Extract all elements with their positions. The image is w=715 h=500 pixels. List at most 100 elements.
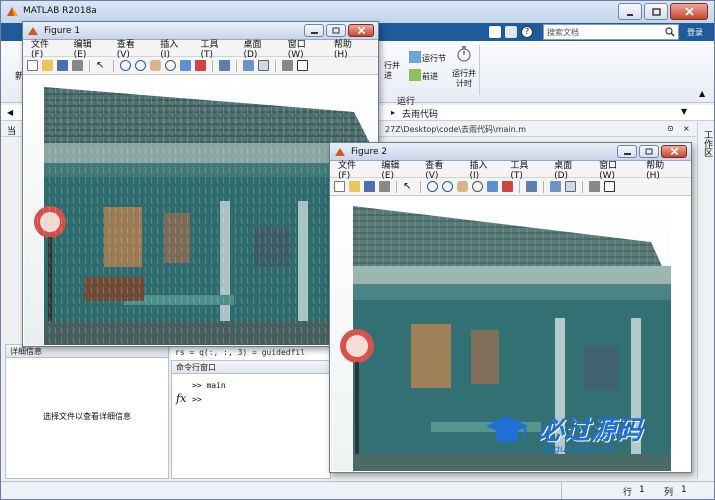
hide-tools-icon[interactable]	[589, 181, 600, 192]
back-icon[interactable]: ◀	[7, 108, 13, 117]
menu-desktop[interactable]: 桌面(D)	[554, 158, 585, 181]
command-window[interactable]: 命令行窗口 >> main fx >>	[171, 360, 331, 479]
print-icon[interactable]	[379, 181, 390, 192]
close-button[interactable]	[670, 3, 708, 20]
toolbar-separator	[543, 180, 544, 193]
save-icon[interactable]	[489, 26, 501, 38]
undo-icon[interactable]	[505, 26, 517, 38]
workspace-side-tab[interactable]: 工作区	[697, 122, 714, 479]
collapse-ribbon-icon[interactable]: ▲	[699, 89, 705, 98]
legend-icon[interactable]	[258, 60, 269, 71]
figure-1-minimize-button[interactable]	[304, 24, 324, 37]
data-cursor-icon[interactable]	[487, 181, 498, 192]
toolbar-separator	[275, 59, 276, 72]
rotate-icon[interactable]	[472, 181, 483, 192]
menu-insert[interactable]: 插入(I)	[160, 37, 186, 60]
figure-1-close-button[interactable]	[348, 24, 374, 37]
search-input[interactable]: 搜索文档	[543, 24, 679, 40]
menu-help[interactable]: 帮助(H)	[334, 37, 364, 60]
hide-tools-icon[interactable]	[282, 60, 293, 71]
brush-icon[interactable]	[195, 60, 206, 71]
run-and-time-button[interactable]: 运行并 计时	[452, 69, 476, 89]
pointer-icon[interactable]: ↖	[96, 60, 107, 71]
dock-icon[interactable]	[604, 181, 615, 192]
menu-window[interactable]: 窗口(W)	[599, 158, 632, 181]
watermark-text: 必过源码	[538, 416, 643, 446]
pan-icon[interactable]	[457, 181, 468, 192]
run-section-icon	[409, 51, 421, 63]
colorbar-icon[interactable]	[243, 60, 254, 71]
figure-2-close-button[interactable]	[661, 145, 687, 158]
menu-edit[interactable]: 编辑(E)	[381, 158, 411, 181]
figure-1-axes[interactable]	[24, 77, 377, 345]
figure-1-title: Figure 1	[44, 25, 81, 36]
figure-2-toolbar: ↖	[330, 178, 691, 196]
new-figure-icon[interactable]	[27, 60, 38, 71]
toolbar-separator	[113, 59, 114, 72]
print-icon[interactable]	[72, 60, 83, 71]
figure-icon	[27, 25, 39, 37]
menu-edit[interactable]: 编辑(E)	[74, 37, 103, 60]
command-window-title: 命令行窗口	[172, 361, 330, 374]
legend-icon[interactable]	[565, 181, 576, 192]
figure-2-title: Figure 2	[351, 146, 388, 157]
maximize-button[interactable]	[644, 3, 668, 20]
run-section-button[interactable]: 运行节	[422, 53, 446, 64]
open-icon[interactable]	[42, 60, 53, 71]
data-cursor-icon[interactable]	[180, 60, 191, 71]
menu-tools[interactable]: 工具(T)	[201, 37, 230, 60]
menu-window[interactable]: 窗口(W)	[288, 37, 320, 60]
pan-icon[interactable]	[150, 60, 161, 71]
editor-options-icon[interactable]: ⊙	[667, 124, 674, 133]
editor-code-line: rs = q(:, :, 3) = guidedfil	[171, 346, 331, 360]
zoom-in-icon[interactable]	[120, 60, 131, 71]
minimize-button[interactable]	[618, 3, 642, 20]
status-bar: 行 1 列 1	[1, 481, 714, 499]
menu-view[interactable]: 查看(V)	[425, 158, 455, 181]
command-prompt[interactable]: >>	[192, 395, 202, 404]
current-folder-label: 当	[7, 127, 17, 137]
toolbar-separator	[212, 59, 213, 72]
run-time-icon	[456, 45, 472, 63]
advance-button[interactable]: 前进	[422, 71, 438, 82]
save-icon[interactable]	[57, 60, 68, 71]
search-icon	[665, 27, 675, 37]
figure-2-minimize-button[interactable]	[617, 145, 637, 158]
menu-file[interactable]: 文件(F)	[338, 158, 367, 181]
menu-tools[interactable]: 工具(T)	[510, 158, 540, 181]
row-label: 行	[623, 488, 633, 498]
zoom-out-icon[interactable]	[442, 181, 453, 192]
brush-icon[interactable]	[502, 181, 513, 192]
menu-insert[interactable]: 插入(I)	[470, 158, 497, 181]
rotate-icon[interactable]	[165, 60, 176, 71]
graduation-cap-icon	[484, 412, 530, 446]
fx-icon[interactable]: fx	[176, 392, 186, 405]
figure-2-maximize-button[interactable]	[639, 145, 659, 158]
breadcrumb[interactable]: 去雨代码	[402, 107, 438, 120]
link-icon[interactable]	[219, 60, 230, 71]
login-link[interactable]: 登录	[687, 27, 703, 38]
save-icon[interactable]	[364, 181, 375, 192]
editor-close-icon[interactable]: ×	[683, 124, 690, 133]
figure-1-window[interactable]: Figure 1 文件(F) 编辑(E) 查看(V) 插入(I) 工具(T) 桌…	[22, 21, 379, 347]
zoom-out-icon[interactable]	[135, 60, 146, 71]
toolbar-separator	[519, 180, 520, 193]
dock-icon[interactable]	[297, 60, 308, 71]
colorbar-icon[interactable]	[550, 181, 561, 192]
zoom-in-icon[interactable]	[427, 181, 438, 192]
open-icon[interactable]	[349, 181, 360, 192]
pointer-icon[interactable]: ↖	[403, 181, 414, 192]
figure-1-maximize-button[interactable]	[326, 24, 346, 37]
help-icon[interactable]: ?	[521, 26, 533, 38]
address-dropdown-icon[interactable]: ▼	[681, 107, 687, 116]
details-panel: 详细信息 选择文件以查看详细信息	[5, 344, 169, 479]
new-figure-icon[interactable]	[334, 181, 345, 192]
menu-file[interactable]: 文件(F)	[31, 37, 60, 60]
menu-help[interactable]: 帮助(H)	[646, 158, 677, 181]
workspace-label: 工作区	[702, 130, 712, 157]
run-and-advance-label[interactable]: 行并 进	[384, 61, 400, 81]
ribbon-divider	[479, 45, 480, 95]
link-icon[interactable]	[526, 181, 537, 192]
menu-desktop[interactable]: 桌面(D)	[243, 37, 273, 60]
menu-view[interactable]: 查看(V)	[117, 37, 147, 60]
